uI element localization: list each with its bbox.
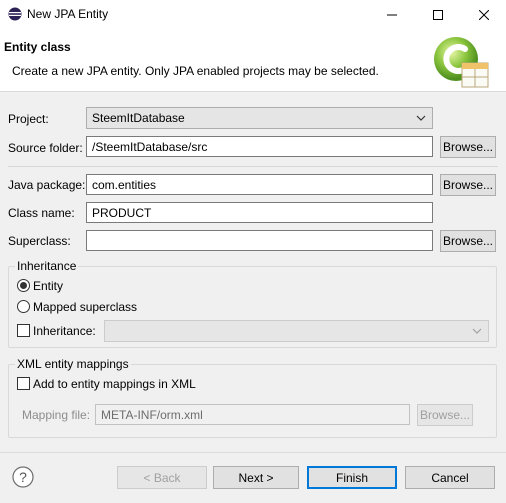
project-combo[interactable]: SteemItDatabase [86, 107, 433, 129]
mapped-superclass-radio-label: Mapped superclass [33, 300, 138, 314]
java-package-browse-button[interactable]: Browse... [440, 174, 496, 196]
cancel-button[interactable]: Cancel [405, 466, 495, 489]
xml-mappings-group-legend: XML entity mappings [15, 357, 131, 371]
svg-text:?: ? [19, 469, 27, 485]
source-folder-field[interactable]: /SteemItDatabase/src [86, 136, 433, 157]
mapped-superclass-radio[interactable] [17, 300, 30, 313]
class-name-label: Class name: [8, 206, 75, 220]
close-button[interactable] [461, 0, 506, 29]
superclass-browse-button[interactable]: Browse... [440, 230, 496, 252]
minimize-icon [387, 14, 397, 15]
maximize-icon [433, 9, 443, 20]
project-value: SteemItDatabase [92, 111, 185, 125]
inheritance-checkbox-label: Inheritance: [33, 324, 96, 338]
add-to-xml-label: Add to entity mappings in XML [33, 377, 196, 391]
finish-button[interactable]: Finish [307, 466, 397, 489]
mapping-file-browse-button[interactable]: Browse... [417, 404, 473, 426]
source-folder-browse-button[interactable]: Browse... [440, 136, 496, 158]
minimize-button[interactable] [369, 0, 415, 29]
back-button[interactable]: < Back [117, 466, 207, 489]
title-bar: New JPA Entity [0, 0, 506, 29]
entity-radio-label: Entity [33, 279, 64, 293]
source-folder-label: Source folder: [8, 141, 83, 155]
class-name-field[interactable]: PRODUCT [86, 202, 433, 223]
banner-title: Entity class [4, 40, 71, 54]
chevron-down-icon [416, 115, 426, 121]
wizard-banner: Entity class Create a new JPA entity. On… [0, 29, 506, 92]
help-icon[interactable]: ? [12, 466, 34, 488]
separator [8, 166, 498, 167]
banner-description: Create a new JPA entity. Only JPA enable… [12, 64, 379, 78]
next-button[interactable]: Next > [213, 466, 299, 489]
java-package-field[interactable]: com.entities [86, 174, 433, 195]
superclass-field[interactable] [86, 230, 433, 251]
maximize-button[interactable] [415, 0, 461, 29]
project-label: Project: [8, 112, 49, 126]
footer-separator [0, 452, 506, 453]
mapping-file-label: Mapping file: [22, 408, 91, 422]
jpa-entity-wizard-icon [434, 37, 489, 88]
add-to-xml-checkbox[interactable] [17, 377, 30, 390]
inheritance-strategy-combo[interactable] [104, 320, 489, 342]
chevron-down-icon [472, 328, 482, 334]
mapping-file-field[interactable]: META-INF/orm.xml [95, 404, 410, 425]
inheritance-checkbox[interactable] [17, 324, 30, 337]
entity-radio[interactable] [17, 279, 30, 292]
window-title: New JPA Entity [27, 7, 109, 21]
inheritance-group-legend: Inheritance [15, 259, 79, 273]
eclipse-icon [8, 7, 22, 21]
close-icon [479, 9, 489, 20]
superclass-label: Superclass: [8, 234, 71, 248]
xml-mappings-group [8, 364, 497, 438]
java-package-label: Java package: [8, 178, 86, 192]
radio-selected-dot [20, 282, 27, 289]
